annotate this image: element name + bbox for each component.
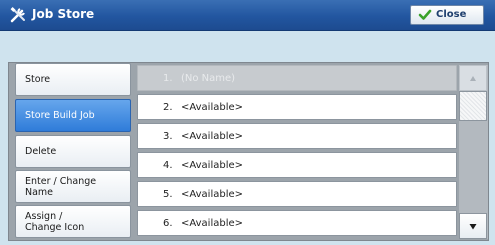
list-item-number: 6. bbox=[163, 218, 173, 229]
list-item-name: <Available> bbox=[181, 218, 244, 229]
scroll-down-arrow-icon bbox=[469, 224, 477, 230]
list-item-name: <Available> bbox=[181, 160, 244, 171]
list-item-number: 1. bbox=[163, 73, 173, 84]
sidebar-item-store-build-job[interactable]: Store Build Job bbox=[15, 99, 131, 132]
list-item[interactable]: 4. <Available> bbox=[137, 152, 457, 178]
list-item-name: (No Name) bbox=[181, 73, 236, 84]
page-title: Job Store bbox=[32, 7, 95, 21]
list-item: 1. (No Name) bbox=[137, 65, 457, 91]
checkmark-icon bbox=[418, 9, 432, 20]
list-item[interactable]: 3. <Available> bbox=[137, 123, 457, 149]
list-item[interactable]: 2. <Available> bbox=[137, 94, 457, 120]
sidebar-item-label: Store bbox=[25, 74, 51, 85]
title-bar: Job Store Close bbox=[0, 0, 495, 31]
list-item-number: 3. bbox=[163, 131, 173, 142]
scroll-up-button bbox=[459, 65, 487, 91]
wrench-screwdriver-icon bbox=[10, 7, 25, 23]
sidebar-item-assign-change-icon[interactable]: Assign / Change Icon bbox=[15, 205, 131, 238]
scroll-thumb[interactable] bbox=[459, 91, 487, 121]
sidebar-item-enter-change-name[interactable]: Enter / Change Name bbox=[15, 170, 131, 203]
list-item-name: <Available> bbox=[181, 189, 244, 200]
list-item-number: 5. bbox=[163, 189, 173, 200]
close-button[interactable]: Close bbox=[410, 5, 484, 25]
list-item-number: 4. bbox=[163, 160, 173, 171]
list-item[interactable]: 6. <Available> bbox=[137, 210, 457, 236]
sidebar-item-delete[interactable]: Delete bbox=[15, 135, 131, 168]
close-button-label: Close bbox=[436, 9, 467, 20]
sidebar-item-label: Store Build Job bbox=[25, 110, 95, 121]
list-item-name: <Available> bbox=[181, 102, 244, 113]
job-list: 1. (No Name) 2. <Available> 3. <Availabl… bbox=[137, 65, 459, 239]
scroll-up-arrow-icon bbox=[470, 76, 476, 81]
sidebar-item-label: Delete bbox=[25, 146, 57, 157]
sidebar: Store Store Build Job Delete Enter / Cha… bbox=[15, 63, 132, 239]
sidebar-item-label: Assign / Change Icon bbox=[25, 210, 85, 233]
list-item-number: 2. bbox=[163, 102, 173, 113]
sidebar-item-store[interactable]: Store bbox=[15, 63, 131, 96]
scroll-down-button[interactable] bbox=[459, 213, 487, 239]
list-scrollbar[interactable] bbox=[459, 65, 488, 239]
list-item-name: <Available> bbox=[181, 131, 244, 142]
sidebar-item-label: Enter / Change Name bbox=[25, 175, 97, 198]
list-item[interactable]: 5. <Available> bbox=[137, 181, 457, 207]
